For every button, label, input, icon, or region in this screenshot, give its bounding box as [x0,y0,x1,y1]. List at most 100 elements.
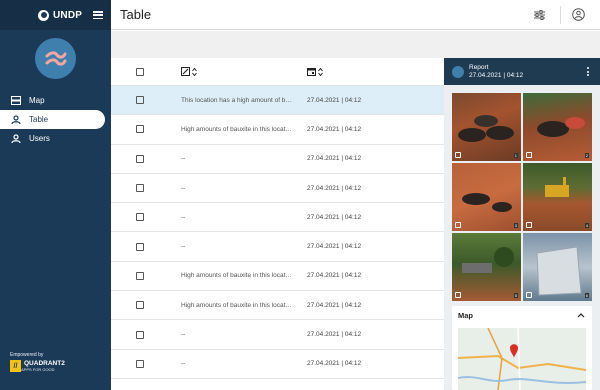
sponsor-name: QUADRANT2 [24,360,65,367]
row-checkbox[interactable] [136,330,144,339]
report-avatar [452,65,464,78]
mini-map[interactable] [458,328,586,390]
photo-tile[interactable]: 5 [452,233,521,301]
report-title: Report [469,63,489,71]
row-description: High amounts of bauxite in this location [181,272,293,280]
waves-logo-icon [45,50,66,66]
photo-tile[interactable]: 1 [452,93,521,161]
row-checkbox[interactable] [136,242,144,251]
select-all-checkbox[interactable] [136,67,144,76]
fullscreen-icon [455,152,461,158]
table-row[interactable]: -- 27.04.2021 | 04:12 [111,174,444,204]
fullscreen-icon [526,222,532,228]
account-icon[interactable] [572,8,585,21]
users-icon [10,133,21,144]
sidebar-item-users[interactable]: Users [0,129,111,148]
row-date: 27.04.2021 | 04:12 [307,243,362,251]
photo-number: 4 [584,223,589,228]
row-description: -- [181,213,186,221]
chevron-up-icon[interactable] [577,311,585,319]
map-icon [10,95,21,106]
row-date: 27.04.2021 | 04:12 [307,331,362,339]
calendar-icon [307,68,316,76]
row-checkbox[interactable] [136,96,144,105]
row-date: 27.04.2021 | 04:12 [307,125,362,133]
sort-icon [192,67,197,76]
row-description: This location has a high amount of bauxi… [181,96,293,104]
person-icon [10,114,21,125]
page-title: Table [120,7,152,22]
table-row[interactable]: High amounts of bauxite in this location… [111,115,444,145]
table-row[interactable]: -- 27.04.2021 | 04:12 [111,232,444,262]
row-date: 27.04.2021 | 04:12 [307,213,362,221]
row-description: -- [181,184,186,192]
brand-name: UNDP [53,9,83,21]
row-checkbox[interactable] [136,154,144,163]
row-description: -- [181,243,186,251]
row-checkbox[interactable] [136,301,144,310]
row-date: 27.04.2021 | 04:12 [307,184,362,192]
row-description: -- [181,331,186,339]
description-column-sort[interactable] [181,67,293,76]
row-description: -- [181,360,186,368]
sidebar: UNDP Map Table Users Empowered by // QUA… [0,0,111,390]
top-bar: Table [111,0,600,30]
row-checkbox[interactable] [136,125,144,134]
row-date: 27.04.2021 | 04:12 [307,301,362,309]
table-row[interactable]: -- 27.04.2021 | 04:12 [111,145,444,174]
toolbar-band [111,31,600,58]
row-checkbox[interactable] [136,184,144,193]
photo-tile[interactable]: 4 [523,163,592,231]
sidebar-item-map[interactable]: Map [0,91,111,110]
row-date: 27.04.2021 | 04:12 [307,155,362,163]
row-checkbox[interactable] [136,271,144,280]
sidebar-item-table[interactable]: Table [0,110,105,129]
undp-logo [38,9,49,21]
more-vert-icon[interactable] [587,67,590,76]
row-checkbox[interactable] [136,213,144,222]
hamburger-menu-icon[interactable] [93,11,103,19]
fullscreen-icon [526,152,532,158]
fullscreen-icon [455,292,461,298]
row-description: -- [181,155,186,163]
location-pin-icon [510,344,518,358]
photo-number: 2 [584,153,589,158]
map-card-title: Map [458,310,473,320]
table-row[interactable]: This location has a high amount of bauxi… [111,86,444,116]
sidebar-item-label: Table [29,115,49,124]
photo-number: 1 [513,153,518,158]
row-description: High amounts of bauxite in this location [181,125,293,133]
quadrant2-logo-icon: // [10,360,21,372]
sponsor-tagline: APPS FOR GOOD [21,367,55,372]
photo-gallery: 1 2 3 4 5 6 [452,93,592,303]
date-column-sort[interactable] [307,67,323,76]
edit-note-icon [181,67,190,76]
avatar[interactable] [35,38,76,79]
report-header: Report 27.04.2021 | 04:12 [444,58,600,85]
photo-tile[interactable]: 3 [452,163,521,231]
data-table: This location has a high amount of bauxi… [111,58,444,390]
header-divider [560,6,561,24]
sponsor-block: Empowered by // QUADRANT2 APPS FOR GOOD [10,352,65,372]
sort-icon [318,67,323,76]
sidebar-item-label: Map [29,96,45,105]
photo-number: 5 [513,293,518,298]
fullscreen-icon [526,292,532,298]
photo-tile[interactable]: 6 [523,233,592,301]
fullscreen-icon [455,222,461,228]
table-row[interactable]: -- 27.04.2021 | 04:12 [111,320,444,350]
row-date: 27.04.2021 | 04:12 [307,272,362,280]
table-header [111,58,444,86]
photo-number: 3 [513,223,518,228]
row-checkbox[interactable] [136,359,144,368]
row-date: 27.04.2021 | 04:12 [307,96,362,104]
map-card: Map [452,306,592,390]
filter-settings-icon[interactable] [533,8,546,21]
table-row[interactable]: High amounts of bauxite in this location… [111,291,444,321]
table-row[interactable]: -- 27.04.2021 | 04:12 [111,203,444,233]
table-row[interactable]: High amounts of bauxite in this location… [111,262,444,292]
row-description: High amounts of bauxite in this location [181,301,293,309]
photo-tile[interactable]: 2 [523,93,592,161]
table-row[interactable]: -- 27.04.2021 | 04:12 [111,350,444,379]
sidebar-nav: Map Table Users [0,91,111,148]
